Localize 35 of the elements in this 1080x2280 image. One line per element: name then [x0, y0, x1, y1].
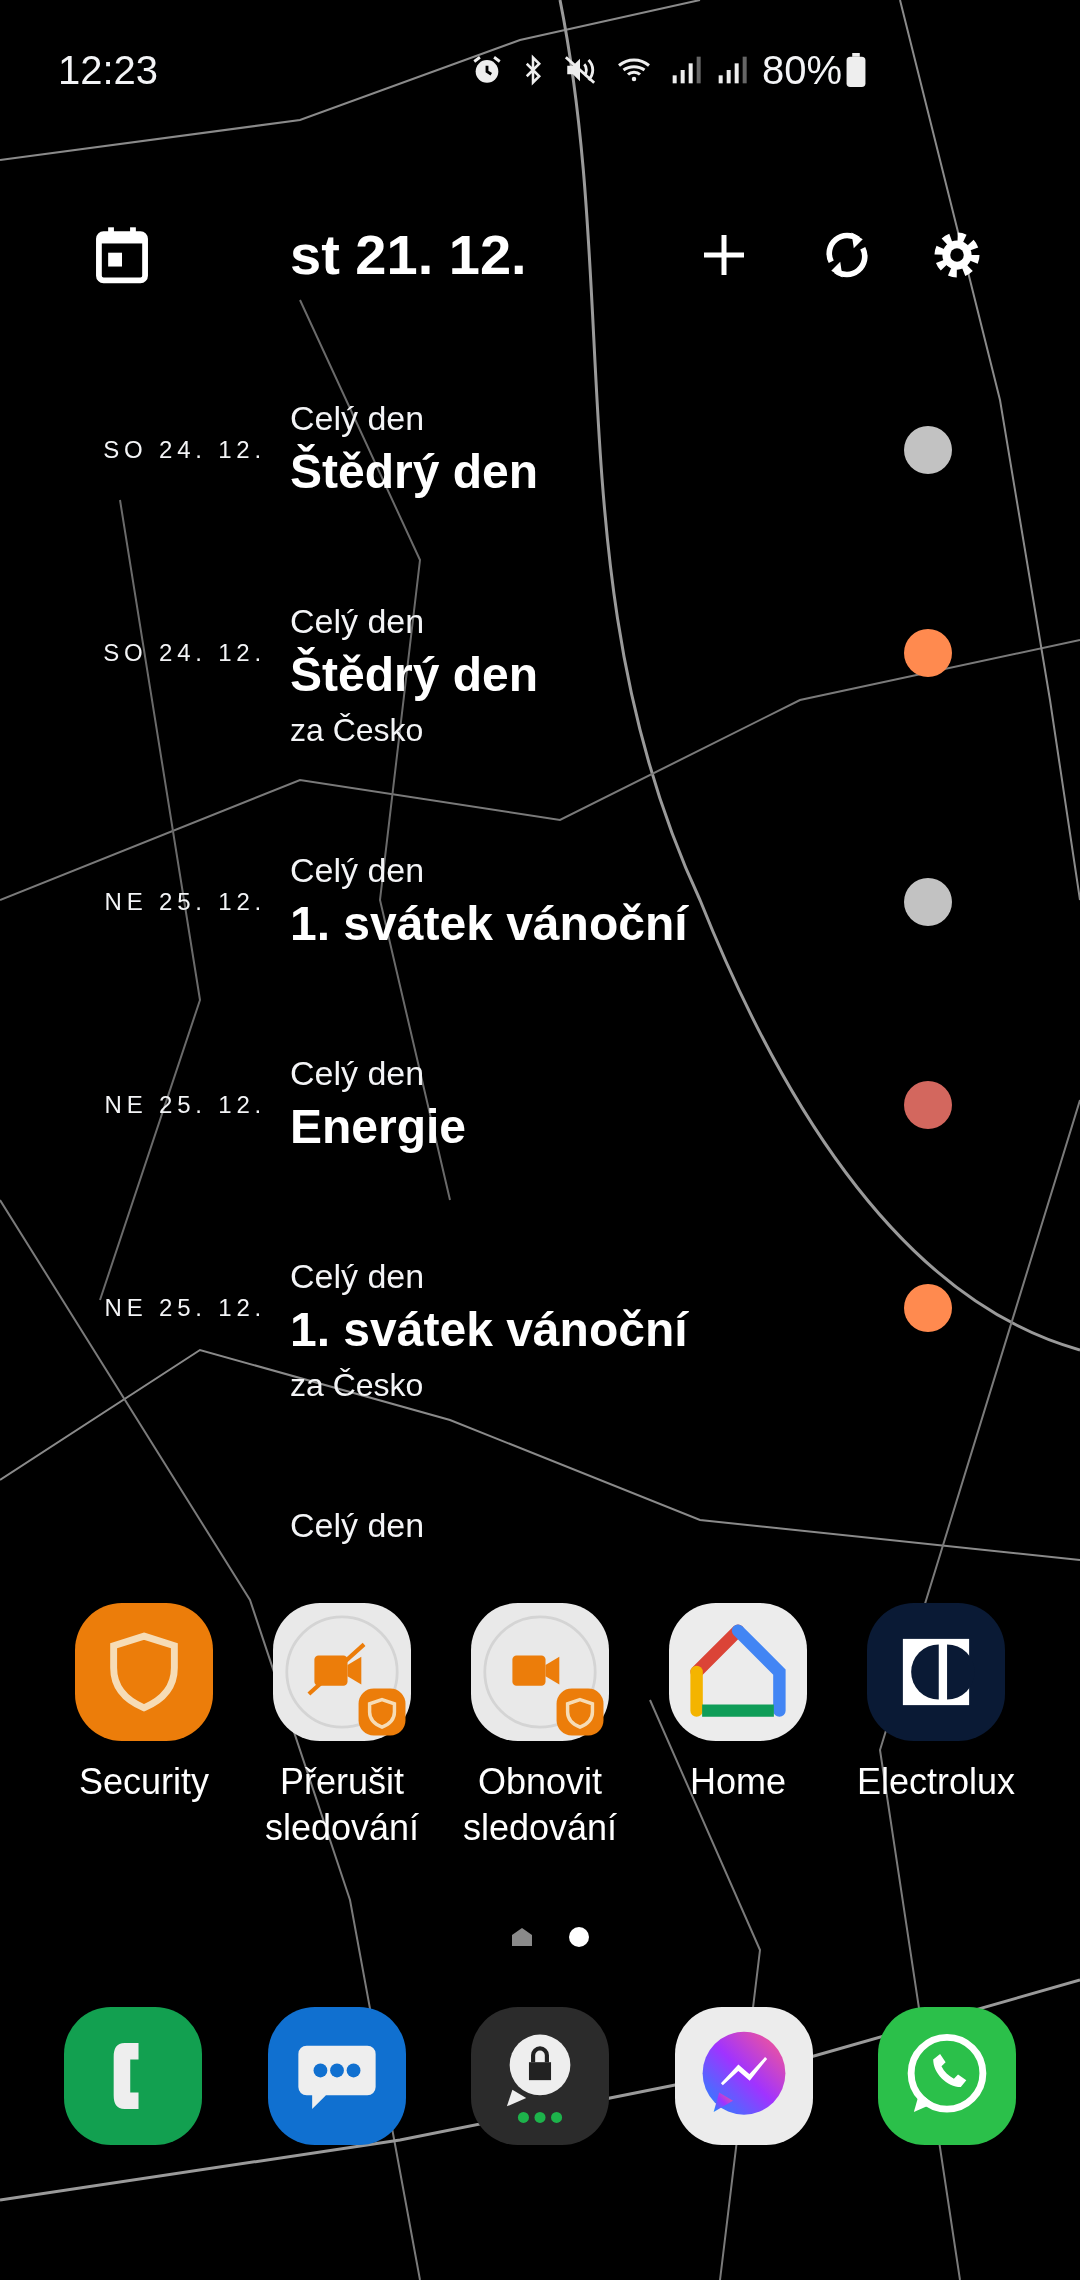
shield-icon[interactable]: [75, 1603, 213, 1741]
event-date: NE 25. 12.: [104, 1090, 266, 1120]
widget-date[interactable]: st 21. 12.: [290, 213, 527, 297]
event-time: Celý den: [290, 1256, 426, 1297]
camera-icon[interactable]: [471, 1603, 609, 1741]
event-date: NE 25. 12.: [104, 887, 266, 917]
app-label[interactable]: Electrolux: [841, 1759, 1031, 1805]
app-label[interactable]: Home: [643, 1759, 833, 1805]
event-title[interactable]: 1. svátek vánoční: [290, 892, 830, 956]
app-label[interactable]: Přerušit sledování: [247, 1759, 437, 1851]
event-date: SO 24. 12.: [103, 638, 266, 668]
logo-icon[interactable]: [867, 1603, 1005, 1741]
lock-bubble-icon[interactable]: [471, 2007, 609, 2145]
app-label[interactable]: Security: [49, 1759, 239, 1805]
event-title[interactable]: Štědrý den: [290, 643, 830, 707]
event-time: Celý den: [290, 398, 426, 439]
event-subtitle: za Česko: [290, 711, 425, 750]
event-title[interactable]: Štědrý den: [290, 440, 830, 504]
app-label[interactable]: Obnovit sledování: [445, 1759, 635, 1851]
event-date: SO 24. 12.: [103, 435, 266, 465]
phone-bubble-icon[interactable]: [878, 2007, 1016, 2145]
event-time: Celý den: [290, 1053, 426, 1094]
status-time: 12:23: [58, 47, 159, 94]
camera-off-icon[interactable]: [273, 1603, 411, 1741]
event-time: Celý den: [290, 601, 426, 642]
event-title[interactable]: Energie: [290, 1095, 830, 1159]
event-date: NE 25. 12.: [104, 1293, 266, 1323]
phone-icon[interactable]: [64, 2007, 202, 2145]
event-title[interactable]: 1. svátek vánoční: [290, 1298, 830, 1362]
house-icon[interactable]: [669, 1603, 807, 1741]
event-time: Celý den: [290, 850, 426, 891]
event-time: Celý den: [290, 1505, 426, 1546]
calendar-icon[interactable]: [94, 225, 150, 285]
battery-percent: 80%: [761, 47, 842, 94]
home-page-indicator[interactable]: [511, 1927, 533, 1947]
